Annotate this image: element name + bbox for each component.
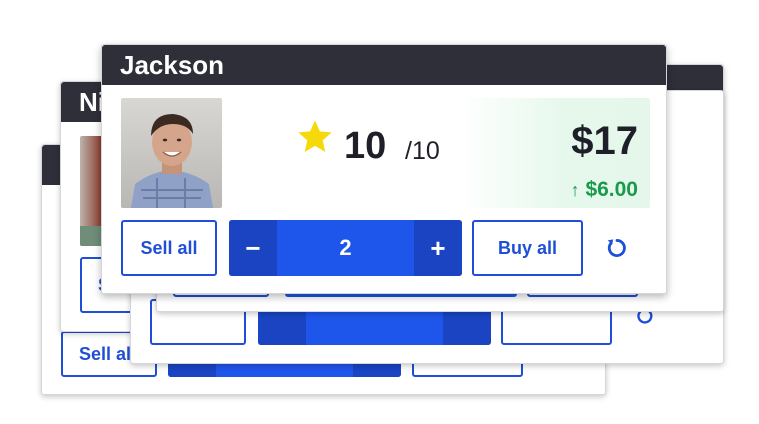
price-change-row: ↑ $6.00 [571,178,638,202]
player-photo-image [131,114,213,208]
plus-icon: + [430,232,446,263]
player-card-jackson: Jackson 10 /10 $17 ↑ $6.00 Sell all − 2 … [101,44,667,294]
player-rating-max: /10 [405,137,440,165]
reset-button[interactable] [604,235,630,261]
player-rating: 10 [344,125,387,167]
buy-all-label: Buy all [497,237,558,258]
price-change: $6.00 [585,178,638,201]
player-name: Jackson [120,50,225,80]
player-card-header: Jackson [102,45,666,85]
sell-all-label: Sell all [140,237,198,258]
minus-button[interactable]: − [229,220,277,276]
reset-icon [607,239,626,257]
plus-button[interactable]: + [414,220,462,276]
quantity-value[interactable]: 2 [277,220,414,276]
star-icon [298,120,332,152]
buy-all-button[interactable]: Buy all [472,220,583,276]
player-photo [121,98,222,208]
player-price: $17 [571,119,638,163]
arrow-up-icon: ↑ [570,180,580,200]
price-panel: $17 ↑ $6.00 [460,98,650,208]
quantity-stepper[interactable]: − 2 + [229,220,462,276]
sell-all-button[interactable]: Sell all [121,220,217,276]
minus-icon: − [245,232,261,263]
sell-all-label: Sell all [79,343,137,364]
